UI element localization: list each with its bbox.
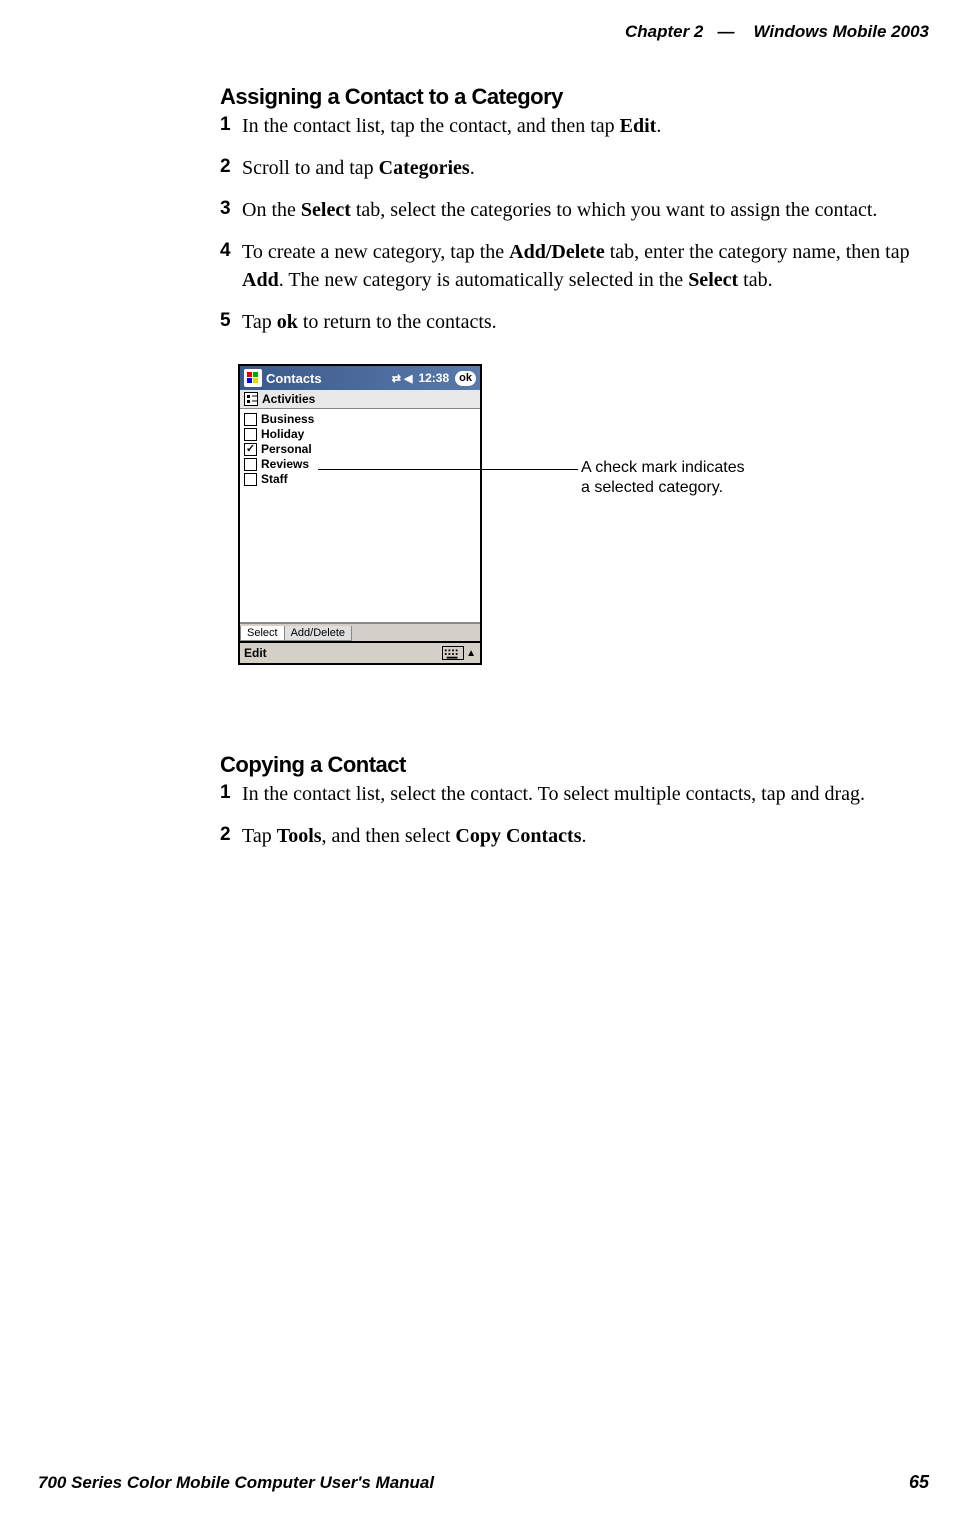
checkbox-checked-icon[interactable]: ✓ bbox=[244, 443, 257, 456]
step-number: 1 bbox=[220, 780, 242, 808]
step-text: To create a new category, tap the Add/De… bbox=[242, 238, 935, 294]
clock-time: 12:38 bbox=[418, 371, 449, 385]
header-dash: — bbox=[718, 22, 735, 41]
category-item-staff[interactable]: Staff bbox=[244, 472, 476, 486]
edit-menu[interactable]: Edit bbox=[244, 646, 267, 660]
keyboard-icon bbox=[442, 646, 464, 660]
windows-flag-icon[interactable] bbox=[244, 369, 262, 387]
screenshot-figure: Contacts ⇄ ◀ 12:38 ok Activities Busines… bbox=[238, 364, 935, 714]
title-bar: Contacts ⇄ ◀ 12:38 ok bbox=[240, 366, 480, 390]
step-text: Tap Tools, and then select Copy Contacts… bbox=[242, 822, 935, 850]
status-icons: ⇄ ◀ 12:38 ok bbox=[392, 371, 476, 386]
section1-title: Assigning a Contact to a Category bbox=[220, 84, 935, 110]
category-label: Staff bbox=[261, 472, 288, 486]
chevron-up-icon: ▲ bbox=[466, 648, 476, 659]
category-label: Business bbox=[261, 412, 314, 426]
step-text: Scroll to and tap Categories. bbox=[242, 154, 935, 182]
tab-bar: Select Add/Delete bbox=[240, 623, 480, 641]
connectivity-icon: ⇄ bbox=[392, 372, 401, 385]
app-title: Contacts bbox=[266, 371, 392, 386]
checkbox-icon[interactable] bbox=[244, 428, 257, 441]
category-item-personal[interactable]: ✓ Personal bbox=[244, 442, 476, 456]
step-row: 1 In the contact list, select the contac… bbox=[220, 780, 935, 808]
category-label: Reviews bbox=[261, 457, 309, 471]
callout-leader-line bbox=[318, 469, 578, 470]
ok-button[interactable]: ok bbox=[455, 371, 476, 386]
step-text: In the contact list, select the contact.… bbox=[242, 780, 935, 808]
step-number: 2 bbox=[220, 154, 242, 182]
category-item-business[interactable]: Business bbox=[244, 412, 476, 426]
step-number: 1 bbox=[220, 112, 242, 140]
step-row: 2 Tap Tools, and then select Copy Contac… bbox=[220, 822, 935, 850]
chapter-label: Chapter 2 bbox=[625, 22, 703, 41]
tab-add-delete[interactable]: Add/Delete bbox=[284, 626, 352, 641]
activities-icon bbox=[244, 392, 258, 406]
sip-toggle[interactable]: ▲ bbox=[442, 646, 476, 660]
footer-manual-title: 700 Series Color Mobile Computer User's … bbox=[38, 1473, 434, 1493]
step-number: 3 bbox=[220, 196, 242, 224]
activities-label: Activities bbox=[262, 392, 315, 406]
footer-page-number: 65 bbox=[909, 1472, 929, 1493]
page-header: Chapter 2 — Windows Mobile 2003 bbox=[625, 22, 929, 42]
step-row: 4 To create a new category, tap the Add/… bbox=[220, 238, 935, 294]
step-row: 5 Tap ok to return to the contacts. bbox=[220, 308, 935, 336]
step-text: Tap ok to return to the contacts. bbox=[242, 308, 935, 336]
checkbox-icon[interactable] bbox=[244, 458, 257, 471]
checkbox-icon[interactable] bbox=[244, 473, 257, 486]
speaker-icon: ◀ bbox=[404, 372, 412, 385]
checkbox-icon[interactable] bbox=[244, 413, 257, 426]
pda-window: Contacts ⇄ ◀ 12:38 ok Activities Busines… bbox=[238, 364, 482, 665]
step-row: 1 In the contact list, tap the contact, … bbox=[220, 112, 935, 140]
category-item-holiday[interactable]: Holiday bbox=[244, 427, 476, 441]
step-row: 3 On the Select tab, select the categori… bbox=[220, 196, 935, 224]
step-number: 5 bbox=[220, 308, 242, 336]
section2-title: Copying a Contact bbox=[220, 752, 935, 778]
bottom-toolbar: Edit ▲ bbox=[240, 641, 480, 663]
callout-text: A check mark indicates a selected catego… bbox=[581, 458, 781, 498]
activities-header[interactable]: Activities bbox=[240, 390, 480, 409]
step-number: 4 bbox=[220, 238, 242, 294]
step-row: 2 Scroll to and tap Categories. bbox=[220, 154, 935, 182]
category-label: Holiday bbox=[261, 427, 304, 441]
step-number: 2 bbox=[220, 822, 242, 850]
book-section: Windows Mobile 2003 bbox=[753, 22, 929, 41]
step-text: On the Select tab, select the categories… bbox=[242, 196, 935, 224]
step-text: In the contact list, tap the contact, an… bbox=[242, 112, 935, 140]
category-label: Personal bbox=[261, 442, 312, 456]
main-content: Assigning a Contact to a Category 1 In t… bbox=[220, 80, 935, 864]
tab-select[interactable]: Select bbox=[240, 626, 285, 641]
category-list: Business Holiday ✓ Personal Reviews Staf… bbox=[240, 409, 480, 623]
